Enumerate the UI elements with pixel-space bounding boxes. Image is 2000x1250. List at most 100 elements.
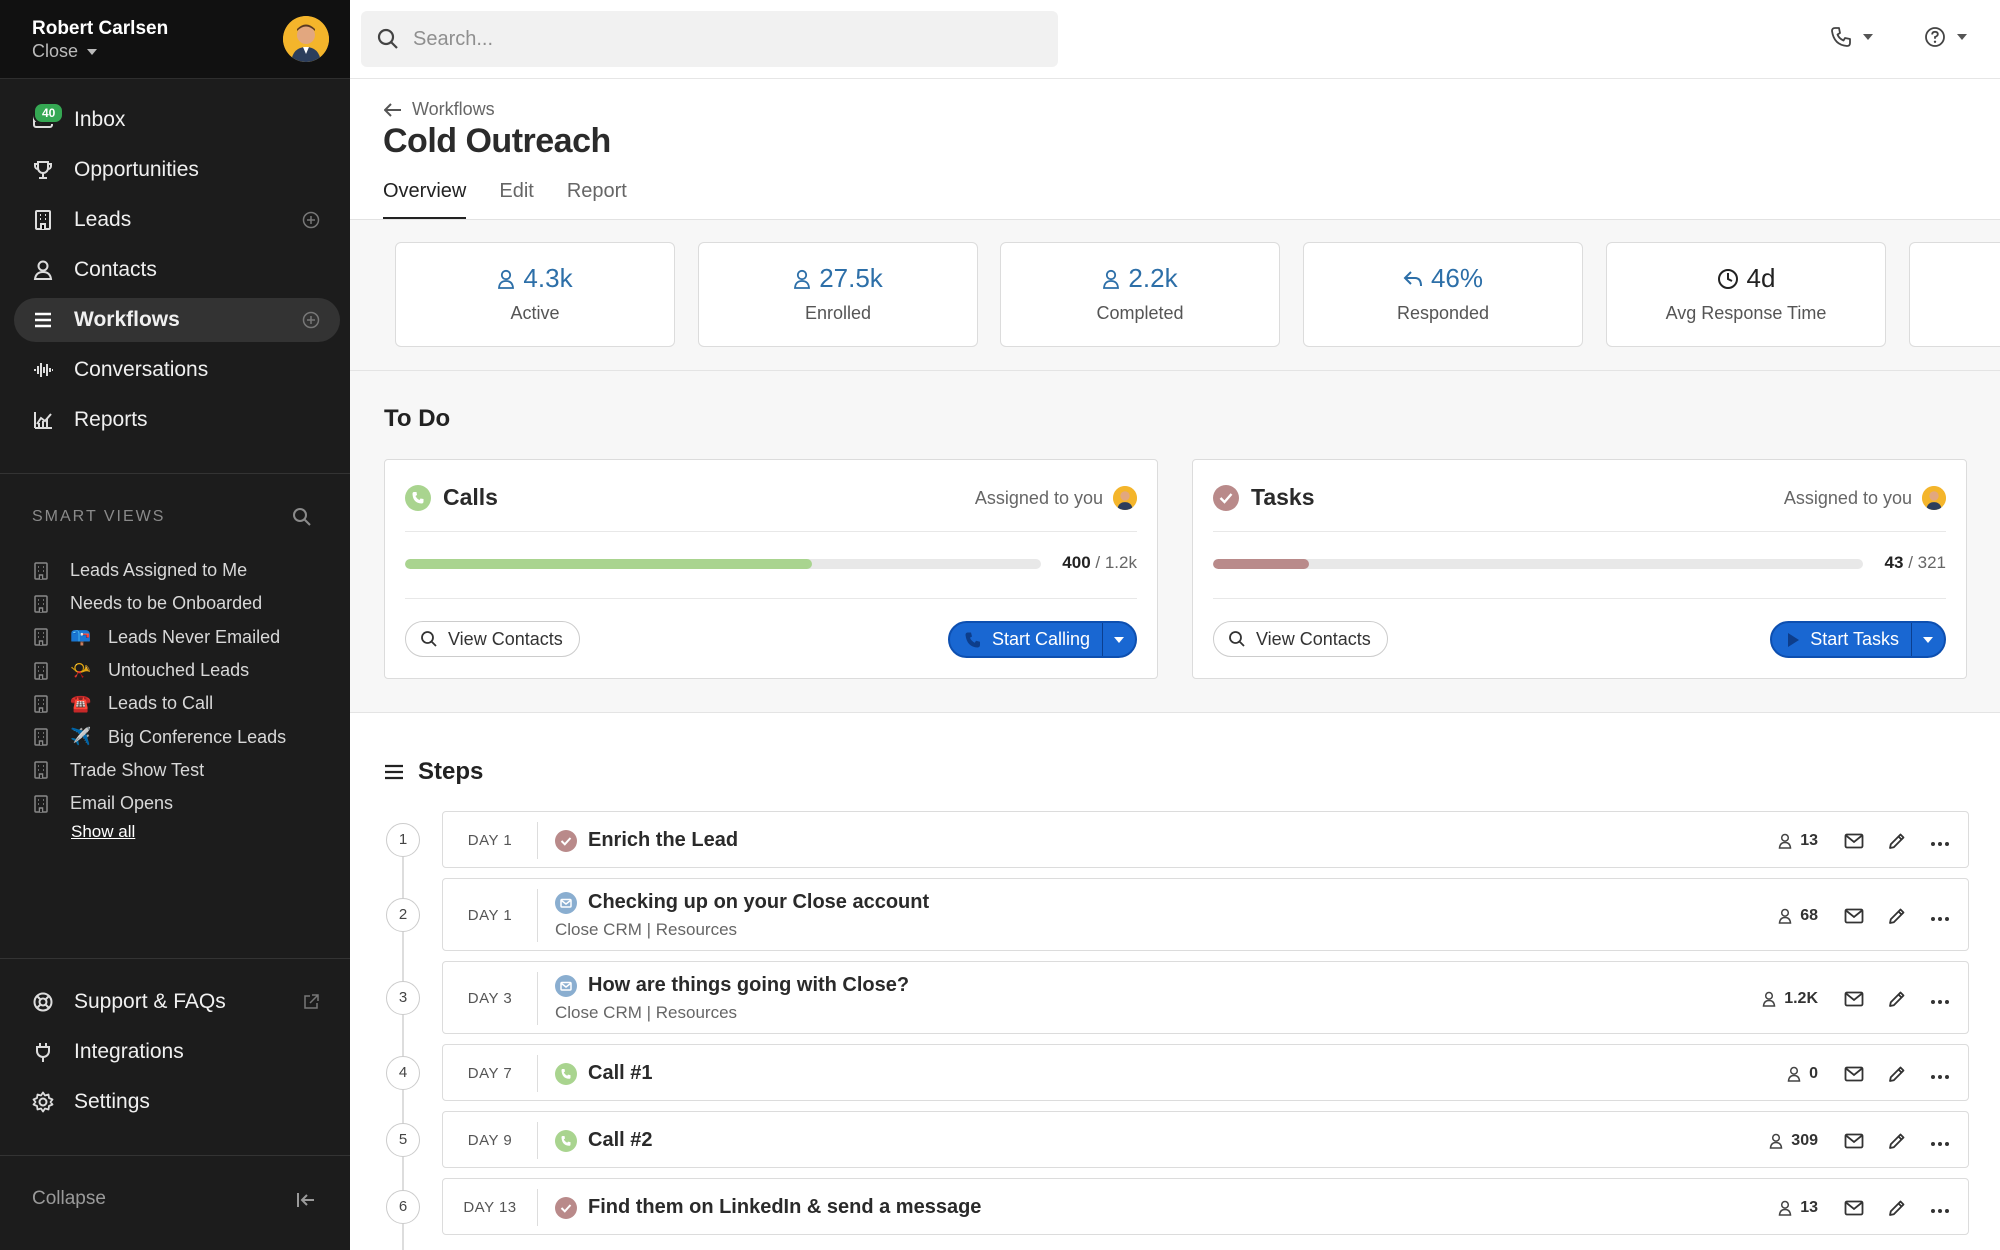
- step-contact-count[interactable]: 1.2K: [1762, 990, 1818, 1008]
- step-title[interactable]: Checking up on your Close account: [588, 891, 929, 914]
- arrow-left-icon: [384, 102, 401, 117]
- mail-icon[interactable]: [1844, 833, 1864, 849]
- start-tasks-button[interactable]: Start Tasks: [1770, 621, 1946, 658]
- step-contact-count[interactable]: 309: [1769, 1132, 1818, 1150]
- tab-overview[interactable]: Overview: [383, 180, 467, 220]
- view-contacts-button[interactable]: View Contacts: [405, 621, 580, 657]
- tab-edit[interactable]: Edit: [499, 180, 533, 220]
- nav-item-leads[interactable]: Leads: [14, 198, 340, 242]
- smart-view-item[interactable]: Email Opens: [32, 787, 332, 820]
- mail-icon[interactable]: [1844, 991, 1864, 1007]
- nav-item-conversations[interactable]: Conversations: [14, 348, 340, 392]
- add-lead-icon[interactable]: [302, 211, 320, 229]
- more-icon[interactable]: [1930, 993, 1950, 1005]
- step-row[interactable]: DAY 1 Enrich the Lead 13: [442, 811, 1969, 868]
- pencil-icon[interactable]: [1888, 1132, 1906, 1150]
- nav-item-reports[interactable]: Reports: [14, 398, 340, 442]
- step-row[interactable]: DAY 3 How are things going with Close? Clo…: [442, 961, 1969, 1034]
- mail-icon[interactable]: [1844, 1133, 1864, 1149]
- start-tasks-main[interactable]: Start Tasks: [1772, 623, 1912, 656]
- tab-report[interactable]: Report: [567, 180, 627, 220]
- stat-value: 46%: [1430, 263, 1484, 293]
- step-row[interactable]: DAY 7 Call #1 0: [442, 1044, 1969, 1101]
- add-workflow-icon[interactable]: [302, 311, 320, 329]
- smart-view-item[interactable]: Leads Assigned to Me: [32, 554, 332, 587]
- step-title[interactable]: How are things going with Close?: [588, 974, 909, 997]
- step-contact-count[interactable]: 0: [1787, 1065, 1818, 1083]
- collapse-button[interactable]: Collapse: [32, 1188, 106, 1210]
- step-title[interactable]: Find them on LinkedIn & send a message: [588, 1196, 981, 1219]
- pencil-icon[interactable]: [1888, 990, 1906, 1008]
- divider: [537, 972, 538, 1025]
- step-title[interactable]: Call #1: [588, 1062, 652, 1085]
- clock-icon: [1717, 268, 1738, 289]
- avatar[interactable]: [283, 16, 329, 62]
- mail-icon[interactable]: [1844, 908, 1864, 924]
- assigned-label: Assigned to you: [1783, 487, 1912, 508]
- stat-card-partial[interactable]: [1909, 242, 2000, 347]
- assigned-to-you[interactable]: Assigned to you: [1784, 486, 1946, 510]
- start-calling-button[interactable]: Start Calling: [947, 621, 1137, 658]
- start-tasks-dropdown[interactable]: [1912, 623, 1944, 656]
- step-row[interactable]: DAY 1 Checking up on your Close account Cl…: [442, 878, 1969, 951]
- nav-item-workflows[interactable]: Workflows: [14, 298, 340, 342]
- person-icon: [794, 269, 811, 289]
- smart-view-label: Leads Never Emailed: [108, 626, 281, 647]
- more-icon[interactable]: [1930, 910, 1950, 922]
- nav-item-contacts[interactable]: Contacts: [14, 248, 340, 292]
- more-icon[interactable]: [1930, 835, 1950, 847]
- step-contact-count[interactable]: 68: [1778, 907, 1818, 925]
- step-row[interactable]: DAY 13 Find them on LinkedIn & send a mes…: [442, 1178, 1969, 1235]
- mail-icon[interactable]: [1844, 1066, 1864, 1082]
- search-icon[interactable]: [292, 507, 312, 527]
- step-row[interactable]: DAY 9 Call #2 309: [442, 1111, 1969, 1168]
- step-contact-count[interactable]: 13: [1778, 1199, 1818, 1217]
- view-contacts-button[interactable]: View Contacts: [1213, 621, 1388, 657]
- smart-view-label: Leads Assigned to Me: [70, 560, 248, 581]
- search-bar[interactable]: [361, 11, 1058, 67]
- smart-view-item[interactable]: ✈️ Big Conference Leads: [32, 720, 332, 753]
- progress-fill: [405, 559, 813, 569]
- stat-card-completed[interactable]: 2.2k Completed: [1000, 242, 1280, 347]
- more-icon[interactable]: [1930, 1068, 1950, 1080]
- step-title[interactable]: Enrich the Lead: [588, 829, 738, 852]
- breadcrumb-back[interactable]: Workflows: [384, 99, 495, 120]
- nav-item-support[interactable]: Support & FAQs: [14, 980, 340, 1024]
- nav-item-settings[interactable]: Settings: [14, 1080, 340, 1124]
- smart-view-item[interactable]: Trade Show Test: [32, 754, 332, 787]
- pencil-icon[interactable]: [1888, 832, 1906, 850]
- step-title[interactable]: Call #2: [588, 1129, 652, 1152]
- stat-card-enrolled[interactable]: 27.5k Enrolled: [698, 242, 978, 347]
- nav-item-opportunities[interactable]: Opportunities: [14, 148, 340, 192]
- assigned-to-you[interactable]: Assigned to you: [975, 486, 1137, 510]
- org-switcher[interactable]: Close: [32, 41, 98, 62]
- search-input[interactable]: [413, 27, 1013, 51]
- more-icon[interactable]: [1930, 1202, 1950, 1214]
- pencil-icon[interactable]: [1888, 1199, 1906, 1217]
- person-icon: [1778, 1200, 1792, 1216]
- stat-label: Active: [510, 303, 560, 323]
- mail-icon[interactable]: [1844, 1200, 1864, 1216]
- stat-card-avg-response[interactable]: 4d Avg Response Time: [1606, 242, 1886, 347]
- smart-view-item[interactable]: 📪 Leads Never Emailed: [32, 621, 332, 654]
- nav-item-inbox[interactable]: 40 Inbox: [14, 98, 340, 142]
- pencil-icon[interactable]: [1888, 907, 1906, 925]
- stat-label: Responded: [1396, 303, 1490, 323]
- help-menu-button[interactable]: [1924, 26, 1968, 48]
- stat-card-responded[interactable]: 46% Responded: [1303, 242, 1583, 347]
- more-icon[interactable]: [1930, 1135, 1950, 1147]
- waveform-icon: [32, 359, 54, 381]
- stat-card-active[interactable]: 4.3k Active: [395, 242, 675, 347]
- phone-menu-button[interactable]: [1830, 26, 1874, 48]
- smart-view-item[interactable]: 📯 Untouched Leads: [32, 654, 332, 687]
- step-contact-count[interactable]: 13: [1778, 832, 1818, 850]
- show-all-link[interactable]: Show all: [71, 822, 135, 842]
- pencil-icon[interactable]: [1888, 1065, 1906, 1083]
- collapse-icon[interactable]: [296, 1191, 316, 1209]
- smart-view-item[interactable]: ☎️ Leads to Call: [32, 687, 332, 720]
- start-calling-main[interactable]: Start Calling: [950, 623, 1103, 656]
- nav-item-integrations[interactable]: Integrations: [14, 1030, 340, 1074]
- user-menu[interactable]: Robert Carlsen Close: [0, 0, 350, 79]
- start-calling-dropdown[interactable]: [1103, 623, 1135, 656]
- smart-view-item[interactable]: Needs to be Onboarded: [32, 587, 332, 620]
